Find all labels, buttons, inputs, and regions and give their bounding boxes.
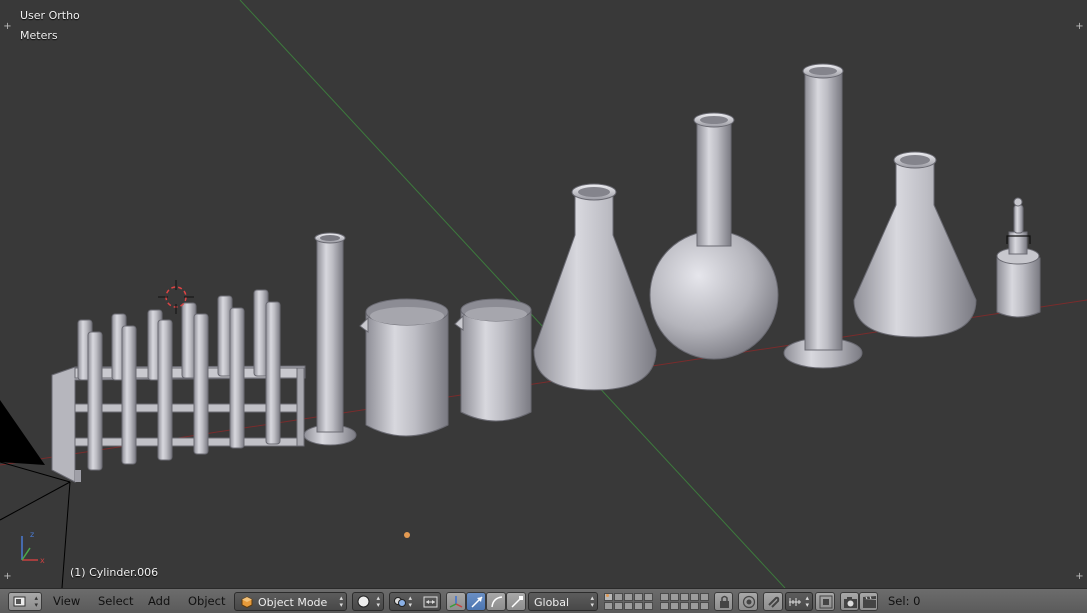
axis-gizmo: z x	[21, 530, 45, 565]
erlenmeyer-flask-large[interactable]	[533, 183, 657, 391]
selection-count-label: Sel: 0	[888, 594, 921, 608]
manipulate-center-icon	[423, 596, 438, 608]
graduated-cylinder-tall[interactable]	[783, 63, 863, 369]
svg-text:x: x	[40, 556, 45, 565]
menu-view[interactable]: View	[53, 594, 80, 608]
layer-button[interactable]	[680, 602, 689, 610]
corner-plus-icon[interactable]: +	[1075, 22, 1084, 32]
layer-button[interactable]	[690, 602, 699, 610]
snap-element-dropdown[interactable]: ▴ ▾	[785, 592, 813, 611]
mode-dropdown[interactable]: Object Mode ▴ ▾	[234, 592, 347, 611]
viewport-shading-dropdown[interactable]: ▴ ▾	[352, 592, 384, 611]
axes-icon	[449, 596, 463, 608]
object-mode-icon	[241, 596, 253, 608]
layer-button[interactable]	[660, 602, 669, 610]
layer-button[interactable]	[700, 593, 709, 601]
corner-plus-icon[interactable]: +	[3, 572, 12, 582]
mode-label: Object Mode	[258, 596, 328, 609]
lock-icon	[720, 595, 729, 608]
corner-plus-icon[interactable]: +	[1075, 572, 1084, 582]
layer-button[interactable]	[644, 602, 653, 610]
layer-button[interactable]	[624, 593, 633, 601]
pivot-point-dropdown[interactable]: ▴ ▾	[389, 592, 441, 611]
layer-object-dot	[606, 594, 609, 597]
layer-buttons-group-2[interactable]	[659, 592, 711, 611]
svg-text:z: z	[30, 530, 34, 539]
chevron-updown-icon: ▴ ▾	[339, 594, 343, 609]
scale-icon	[511, 596, 523, 608]
menu-add[interactable]: Add	[148, 594, 170, 608]
layer-button[interactable]	[670, 593, 679, 601]
layer-button[interactable]	[680, 593, 689, 601]
viewport-header: ▴ ▾ View Select Add Object Object Mode ▴ ▾…	[0, 588, 1087, 613]
blender-window: z x User Ortho Meters (1) Cylinder.006 +…	[0, 0, 1087, 613]
opengl-render-button[interactable]	[840, 592, 859, 611]
layer-button[interactable]	[614, 602, 623, 610]
beaker-medium[interactable]	[454, 298, 532, 422]
view-name-label: User Ortho	[20, 9, 80, 22]
rotate-icon	[491, 596, 503, 608]
dropper-bottle[interactable]	[996, 197, 1041, 318]
translate-manipulator-button[interactable]	[466, 592, 486, 611]
layer-buttons-group-1[interactable]	[603, 592, 655, 611]
object-origin-dot[interactable]	[404, 532, 410, 538]
solid-shading-icon	[357, 595, 370, 608]
clapperboard-icon	[863, 596, 876, 608]
lock-layers-button[interactable]	[714, 592, 733, 611]
3d-view-icon	[13, 596, 26, 607]
scene-canvas[interactable]: z x	[0, 0, 1087, 588]
menu-select[interactable]: Select	[98, 594, 133, 608]
round-bottom-flask[interactable]	[649, 112, 779, 360]
chevron-updown-icon: ▴ ▾	[376, 594, 380, 609]
snap-target-button[interactable]	[815, 592, 835, 611]
units-label: Meters	[20, 29, 58, 42]
menu-object[interactable]: Object	[188, 594, 225, 608]
chevron-updown-icon: ▴ ▾	[590, 594, 594, 609]
corner-plus-icon[interactable]: +	[3, 22, 12, 32]
layer-button[interactable]	[614, 593, 623, 601]
chevron-updown-icon: ▴ ▾	[408, 594, 412, 609]
layer-button[interactable]	[700, 602, 709, 610]
proportional-edit-icon	[742, 595, 756, 609]
3d-viewport[interactable]: z x User Ortho Meters (1) Cylinder.006 +…	[0, 0, 1087, 588]
chevron-updown-icon: ▴ ▾	[34, 594, 38, 609]
layer-button[interactable]	[670, 602, 679, 610]
opengl-render-animation-button[interactable]	[859, 592, 878, 611]
snap-toggle-button[interactable]	[763, 592, 783, 611]
arrow-icon	[471, 596, 483, 608]
beaker-large[interactable]	[359, 298, 449, 437]
layer-button[interactable]	[644, 593, 653, 601]
layer-button[interactable]	[634, 602, 643, 610]
chevron-updown-icon: ▴ ▾	[805, 594, 809, 609]
active-object-label: (1) Cylinder.006	[70, 566, 159, 579]
graduated-cylinder-small[interactable]	[303, 232, 357, 446]
test-tube-rack[interactable]	[51, 280, 306, 483]
orientation-label: Global	[534, 596, 570, 609]
layer-button[interactable]	[690, 593, 699, 601]
rotate-manipulator-button[interactable]	[486, 592, 506, 611]
editor-type-button[interactable]: ▴ ▾	[8, 592, 42, 611]
scale-manipulator-button[interactable]	[506, 592, 526, 611]
layer-button[interactable]	[624, 602, 633, 610]
snap-increment-icon	[789, 598, 801, 606]
pivot-icon	[394, 597, 406, 607]
layer-button[interactable]	[660, 593, 669, 601]
transform-orientation-dropdown[interactable]: Global ▴ ▾	[528, 592, 598, 611]
layer-button[interactable]	[604, 602, 613, 610]
erlenmeyer-flask-small[interactable]	[853, 151, 977, 338]
layer-button[interactable]	[634, 593, 643, 601]
snap-target-icon	[819, 595, 833, 609]
camera-render-icon	[844, 597, 857, 608]
proportional-edit-button[interactable]	[738, 592, 758, 611]
manipulator-toggle-button[interactable]	[446, 592, 466, 611]
magnet-icon	[768, 596, 780, 608]
